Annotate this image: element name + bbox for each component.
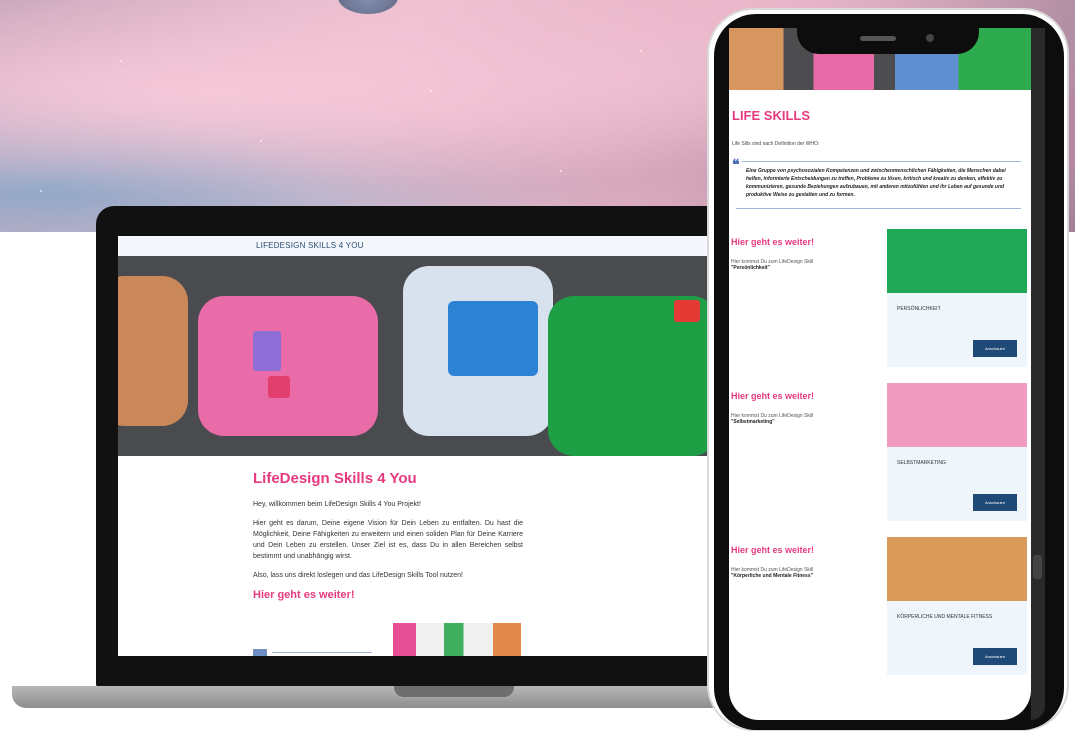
card-image bbox=[887, 383, 1027, 447]
sparkle bbox=[40, 190, 42, 192]
skill-card-personlichkeit[interactable]: PERSÖNLICHKEIT Anschauen bbox=[887, 229, 1027, 367]
welcome-text: Hey, willkommen beim LifeDesign Skills 4… bbox=[253, 501, 421, 508]
puzzle-thumbnail[interactable] bbox=[393, 623, 521, 656]
life-skills-title: LIFE SKILLS bbox=[732, 108, 810, 123]
site-header[interactable]: LIFEDESIGN SKILLS 4 YOU bbox=[118, 236, 714, 256]
sparkle bbox=[260, 140, 262, 142]
phone-camera bbox=[926, 34, 934, 42]
quote-divider bbox=[272, 652, 372, 653]
quote-icon bbox=[253, 649, 267, 656]
anschauen-button[interactable]: Anschauen bbox=[973, 648, 1017, 665]
card-skill-name: "Selbstmarketing" bbox=[731, 419, 775, 425]
calculator-icon bbox=[448, 301, 538, 376]
cta-text: Also, lass uns direkt loslegen und das L… bbox=[253, 572, 463, 579]
sparkle bbox=[640, 50, 642, 52]
phone-notch bbox=[797, 14, 979, 54]
phone-scrollbar-thumb[interactable] bbox=[1033, 555, 1042, 579]
card-skill-name: "Körperliche und Mentale Fitness" bbox=[731, 573, 813, 579]
card-heading: Hier geht es weiter! bbox=[731, 391, 815, 401]
puzzle-piece-pink bbox=[198, 296, 378, 436]
intro-text: Hier geht es darum, Deine eigene Vision … bbox=[253, 520, 523, 560]
skill-card-row: Hier geht es weiter! Hier kommst Du zum … bbox=[729, 383, 1031, 537]
person-icon bbox=[674, 300, 700, 322]
definition-intro: Life Sills sind nach Definition der WHO: bbox=[732, 141, 820, 147]
laptop-hinge-notch bbox=[394, 686, 514, 697]
card-heading: Hier geht es weiter! bbox=[731, 545, 815, 555]
who-quote: Eine Gruppe von psychosozialen Kompetenz… bbox=[746, 168, 1006, 198]
card-image bbox=[887, 229, 1027, 293]
quote-divider-bottom bbox=[736, 208, 1021, 209]
card-caption: KÖRPERLICHE UND MENTALE FITNESS bbox=[897, 614, 993, 620]
skill-card-text: Hier geht es weiter! Hier kommst Du zum … bbox=[731, 229, 871, 271]
skill-card-row: Hier geht es weiter! Hier kommst Du zum … bbox=[729, 537, 1031, 691]
phone-scrollbar[interactable] bbox=[1031, 28, 1045, 720]
quote-divider-top bbox=[742, 161, 1021, 162]
phone-speaker bbox=[860, 36, 896, 41]
page-title: LifeDesign Skills 4 You bbox=[253, 470, 417, 487]
puzzle-item-purple bbox=[253, 331, 281, 371]
skill-card-text: Hier geht es weiter! Hier kommst Du zum … bbox=[731, 383, 871, 425]
laptop-base bbox=[12, 686, 732, 708]
next-heading: Hier geht es weiter! bbox=[253, 589, 355, 601]
quote-icon: ❝ bbox=[732, 156, 740, 172]
skill-card-row: Hier geht es weiter! Hier kommst Du zum … bbox=[729, 229, 1031, 383]
card-image bbox=[887, 537, 1027, 601]
anschauen-button[interactable]: Anschauen bbox=[973, 494, 1017, 511]
sparkle bbox=[560, 170, 562, 172]
skill-card-fitness[interactable]: KÖRPERLICHE UND MENTALE FITNESS Anschaue… bbox=[887, 537, 1027, 675]
laptop-screen: LIFEDESIGN SKILLS 4 YOU LifeDesign Skill… bbox=[118, 236, 714, 656]
card-heading: Hier geht es weiter! bbox=[731, 237, 815, 247]
hero-puzzle-image bbox=[118, 256, 714, 456]
card-skill-name: "Persönlichkeit" bbox=[731, 265, 770, 271]
who-quote-block: ❝ Eine Gruppe von psychosozialen Kompete… bbox=[732, 157, 1021, 209]
skill-card-selbstmarketing[interactable]: SELBSTMARKETING Anschauen bbox=[887, 383, 1027, 521]
phone-screen: LIFE SKILLS Life Sills sind nach Definit… bbox=[729, 28, 1031, 720]
card-caption: SELBSTMARKETING bbox=[897, 460, 946, 466]
sparkle bbox=[430, 90, 432, 92]
skill-card-text: Hier geht es weiter! Hier kommst Du zum … bbox=[731, 537, 871, 579]
card-caption: PERSÖNLICHKEIT bbox=[897, 306, 941, 312]
puzzle-item-cube bbox=[268, 376, 290, 398]
sparkle bbox=[120, 60, 122, 62]
anschauen-button[interactable]: Anschauen bbox=[973, 340, 1017, 357]
main-content: LifeDesign Skills 4 You Hey, willkommen … bbox=[118, 456, 523, 601]
puzzle-piece-orange bbox=[118, 276, 188, 426]
